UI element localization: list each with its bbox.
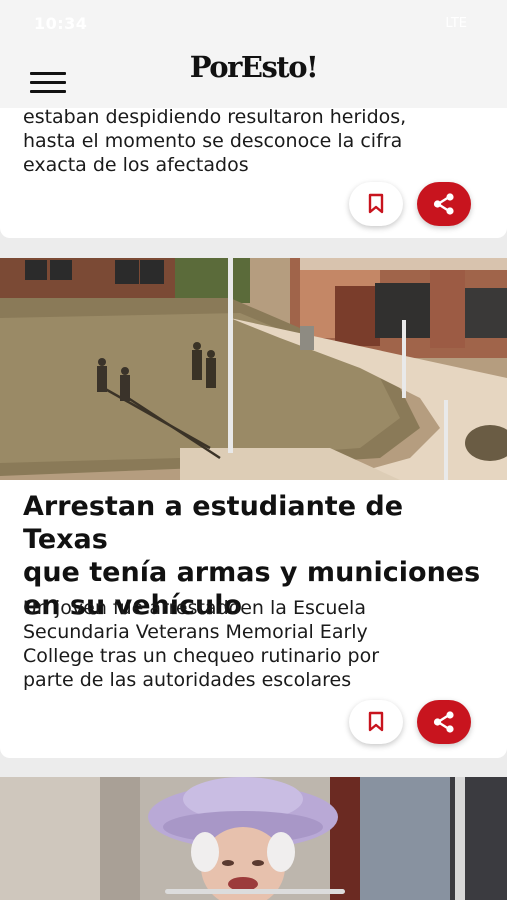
- bookmark-icon: [368, 711, 384, 732]
- logo: PorEsto!: [189, 50, 319, 84]
- article-card[interactable]: Arrestan a estudiante de Texas que tenía…: [0, 258, 507, 758]
- share-button[interactable]: [417, 182, 471, 226]
- share-button[interactable]: [417, 700, 471, 744]
- article-summary: estaban despidiendo resultaron heridos, …: [23, 106, 407, 176]
- article-image[interactable]: [0, 777, 507, 900]
- share-icon: [433, 193, 454, 215]
- app-header: PorEsto!: [0, 46, 507, 108]
- article-summary: Un joven fue arrestadoen la Escuela Secu…: [23, 597, 380, 691]
- bookmark-button[interactable]: [349, 700, 403, 744]
- home-indicator: [165, 889, 345, 894]
- bookmark-icon: [368, 193, 384, 214]
- article-image[interactable]: [0, 258, 507, 480]
- article-card[interactable]: [0, 777, 507, 900]
- status-bar: 10:34 LTE: [0, 0, 507, 46]
- network-indicator: LTE: [445, 16, 467, 31]
- share-icon: [433, 711, 454, 733]
- article-card[interactable]: estaban despidiendo resultaron heridos, …: [0, 90, 507, 238]
- status-time: 10:34: [34, 14, 88, 33]
- bookmark-button[interactable]: [349, 182, 403, 226]
